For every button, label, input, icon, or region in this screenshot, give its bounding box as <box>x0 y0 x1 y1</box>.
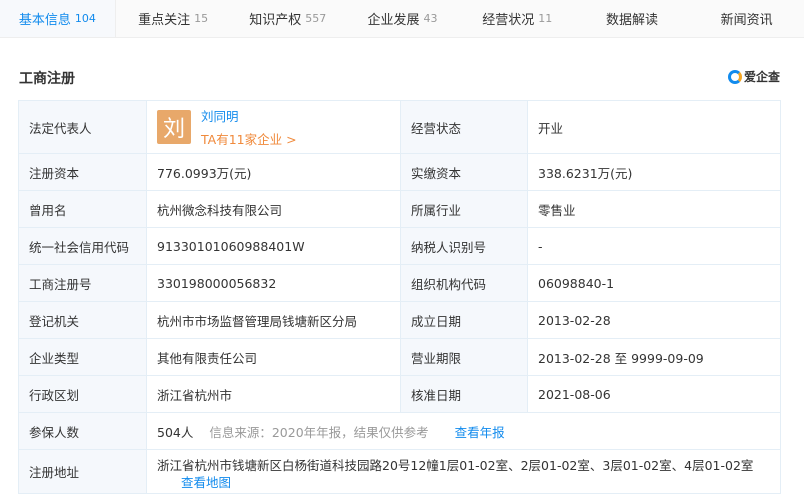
table-row: 法定代表人 刘 刘同明 TA有11家企业 > 经营状态 开业 <box>18 100 781 154</box>
field-label: 参保人数 <box>18 412 147 450</box>
registration-table: 法定代表人 刘 刘同明 TA有11家企业 > 经营状态 开业 注册资本 776.0… <box>18 100 781 494</box>
related-companies-link[interactable]: TA有11家企业 > <box>201 129 297 148</box>
section-title: 工商注册 <box>19 71 75 87</box>
tab-ip[interactable]: 知识产权 557 <box>230 0 345 37</box>
field-label: 企业类型 <box>18 338 147 376</box>
address-cell: 浙江省杭州市钱塘新区白杨街道科技园路20号12幢1层01-02室、2层01-02… <box>146 449 781 494</box>
field-label: 纳税人识别号 <box>400 227 528 265</box>
logo-icon <box>727 69 742 84</box>
field-label: 注册地址 <box>18 449 147 494</box>
field-value: 开业 <box>527 100 781 154</box>
field-label: 统一社会信用代码 <box>18 227 147 265</box>
tab-count: 43 <box>423 12 438 25</box>
field-value: 浙江省杭州市钱塘新区白杨街道科技园路20号12幢1层01-02室、2层01-02… <box>157 457 754 473</box>
field-value: 杭州微念科技有限公司 <box>146 190 401 228</box>
field-label: 组织机构代码 <box>400 264 528 302</box>
field-value: 330198000056832 <box>146 264 401 302</box>
field-label: 工商注册号 <box>18 264 147 302</box>
tab-count: 104 <box>74 12 96 25</box>
field-label: 注册资本 <box>18 153 147 191</box>
field-label: 行政区划 <box>18 375 147 413</box>
logo-text: 爱企查 <box>743 70 780 84</box>
field-value: - <box>527 227 781 265</box>
tab-count: 557 <box>305 12 327 25</box>
field-label: 所属行业 <box>400 190 528 228</box>
table-row: 注册资本 776.0993万(元) 实缴资本 338.6231万(元) <box>18 153 781 191</box>
legal-rep-name-link[interactable]: 刘同明 <box>201 106 297 125</box>
legal-rep-cell: 刘 刘同明 TA有11家企业 > <box>146 100 401 154</box>
field-label: 核准日期 <box>400 375 528 413</box>
field-label: 成立日期 <box>400 301 528 339</box>
tab-label: 新闻资讯 <box>720 13 773 28</box>
field-value: 2013-02-28 <box>527 301 781 339</box>
field-label: 实缴资本 <box>400 153 528 191</box>
field-label: 曾用名 <box>18 190 147 228</box>
view-annual-report-link[interactable]: 查看年报 <box>455 425 505 440</box>
field-value: 06098840-1 <box>527 264 781 302</box>
tab-label: 数据解读 <box>605 13 658 28</box>
tab-bar: 基本信息 104 重点关注 15 知识产权 557 企业发展 43 经营状况 11 数据解… <box>0 0 804 38</box>
table-row: 曾用名 杭州微念科技有限公司 所属行业 零售业 <box>18 190 781 228</box>
field-value: 2013-02-28 至 9999-09-09 <box>527 338 781 376</box>
tab-operations[interactable]: 经营状况 11 <box>460 0 575 37</box>
tab-news[interactable]: 新闻资讯 <box>689 0 804 37</box>
tab-count: 15 <box>194 12 209 25</box>
table-row: 企业类型 其他有限责任公司 营业期限 2013-02-28 至 9999-09-09 <box>18 338 781 376</box>
tab-label: 企业发展 <box>367 13 420 28</box>
field-value: 其他有限责任公司 <box>146 338 401 376</box>
tab-development[interactable]: 企业发展 43 <box>345 0 460 37</box>
tab-data-insights[interactable]: 数据解读 <box>575 0 690 37</box>
aiqicha-logo[interactable]: 爱企查 <box>727 68 780 85</box>
field-value: 776.0993万(元) <box>146 153 401 191</box>
field-label: 营业期限 <box>400 338 528 376</box>
field-value: 91330101060988401W <box>146 227 401 265</box>
field-label: 登记机关 <box>18 301 147 339</box>
field-value: 浙江省杭州市 <box>146 375 401 413</box>
field-label: 经营状态 <box>400 100 528 154</box>
table-row: 登记机关 杭州市市场监督管理局钱塘新区分局 成立日期 2013-02-28 <box>18 301 781 339</box>
tab-label: 重点关注 <box>138 13 191 28</box>
table-row: 行政区划 浙江省杭州市 核准日期 2021-08-06 <box>18 375 781 413</box>
tab-key-focus[interactable]: 重点关注 15 <box>116 0 231 37</box>
tab-label: 知识产权 <box>249 13 302 28</box>
field-value: 零售业 <box>527 190 781 228</box>
table-row: 工商注册号 330198000056832 组织机构代码 06098840-1 <box>18 264 781 302</box>
view-map-link[interactable]: 查看地图 <box>157 474 770 491</box>
avatar: 刘 <box>157 110 191 144</box>
field-label: 法定代表人 <box>18 100 147 154</box>
table-row: 注册地址 浙江省杭州市钱塘新区白杨街道科技园路20号12幢1层01-02室、2层… <box>18 449 781 494</box>
tab-basic-info[interactable]: 基本信息 104 <box>0 0 116 37</box>
field-value: 2021-08-06 <box>527 375 781 413</box>
field-value: 504人 <box>157 424 194 440</box>
table-row: 统一社会信用代码 91330101060988401W 纳税人识别号 - <box>18 227 781 265</box>
table-row: 参保人数 504人 信息来源：2020年年报，结果仅供参考 查看年报 <box>18 412 781 450</box>
insured-cell: 504人 信息来源：2020年年报，结果仅供参考 查看年报 <box>146 412 781 450</box>
field-value: 杭州市市场监督管理局钱塘新区分局 <box>146 301 401 339</box>
tab-label: 基本信息 <box>18 13 71 28</box>
tab-label: 经营状况 <box>482 13 535 28</box>
source-note: 信息来源：2020年年报，结果仅供参考 <box>209 424 429 440</box>
field-value: 338.6231万(元) <box>527 153 781 191</box>
tab-count: 11 <box>538 12 553 25</box>
